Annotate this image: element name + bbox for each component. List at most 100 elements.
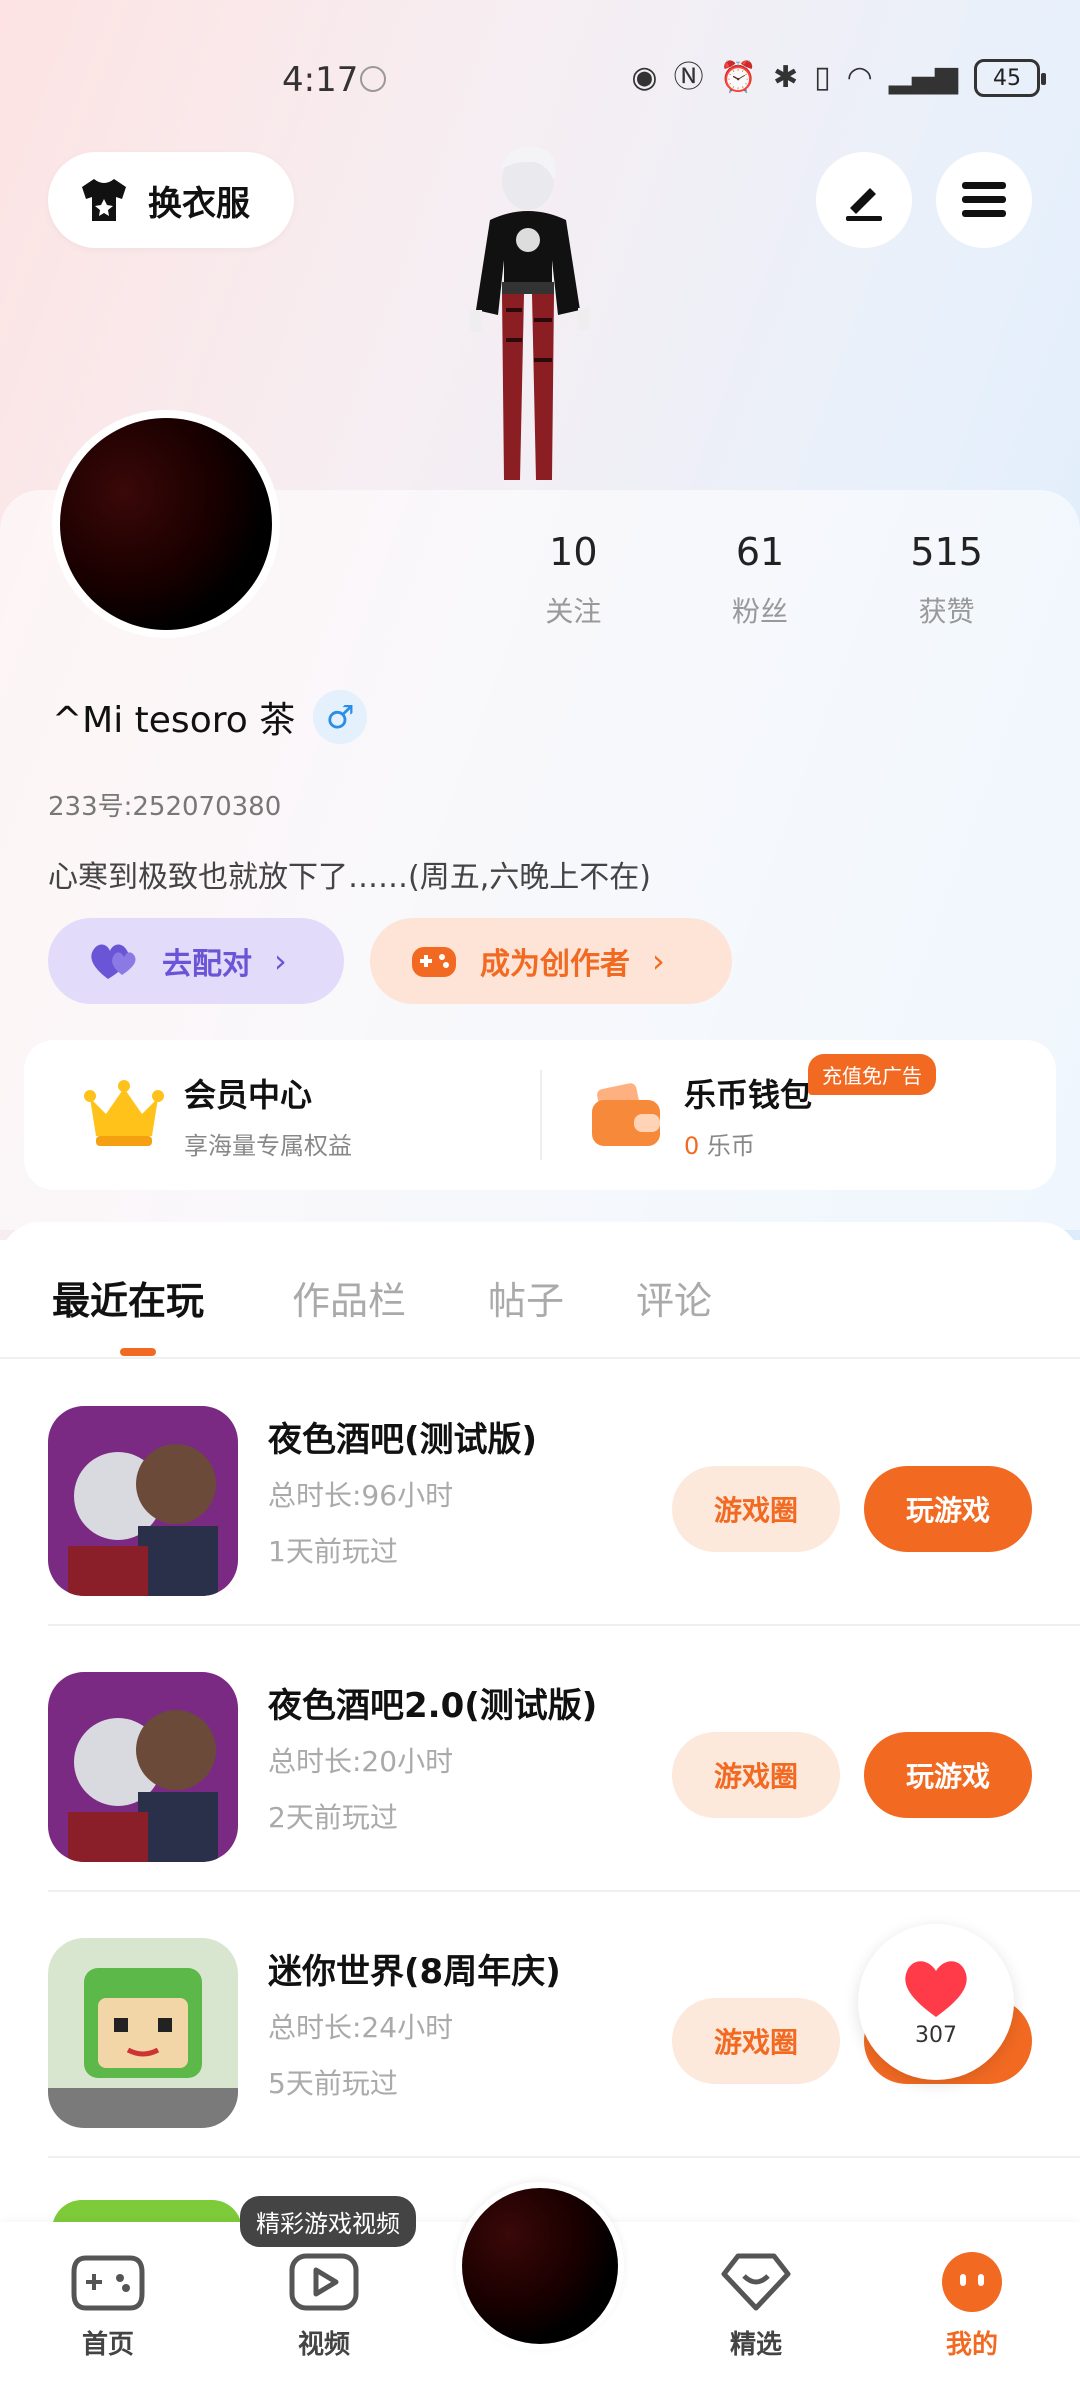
play-game-button[interactable]: 玩游戏 (864, 1732, 1032, 1818)
pen-icon (846, 188, 882, 221)
vibrate-icon: ▯ (814, 60, 831, 95)
bluetooth-icon: ✱ (772, 60, 799, 95)
crown-icon (84, 1080, 164, 1146)
shirt-icon (82, 179, 126, 221)
wallet-balance: 0 乐币 (684, 1126, 812, 1161)
chevron-right-icon: › (652, 942, 665, 980)
battery-icon: 45 (974, 59, 1046, 97)
avatar-image (462, 2188, 618, 2344)
game-circle-button[interactable]: 游戏圈 (672, 1466, 840, 1552)
male-gender-icon: ♂ (313, 690, 368, 744)
change-outfit-button[interactable]: 换衣服 (48, 152, 294, 248)
become-creator-label: 成为创作者 (480, 947, 630, 982)
game-circle-button[interactable]: 游戏圈 (672, 1998, 840, 2084)
stat-label: 获赞 (918, 595, 975, 628)
nfc-icon: Ⓝ (673, 60, 704, 95)
stat-label: 粉丝 (732, 595, 789, 628)
wallet-unit: 乐币 (706, 1131, 755, 1160)
game-duration: 总时长:24小时 (268, 2011, 454, 2044)
wallet-icon (592, 1083, 660, 1146)
game-icon-mini-world (48, 1938, 238, 2128)
content-tabs: 最近在玩 作品栏 帖子 评论 (0, 1222, 1080, 1358)
list-item[interactable]: 夜色酒吧2.0(测试版) 总时长:20小时 2天前玩过 游戏圈 玩游戏 (0, 1626, 1080, 1892)
tab-works[interactable]: 作品栏 (292, 1270, 406, 1325)
status-icons: ◉ Ⓝ ⏰ ✱ ▯ ◠ ▂▄▆ 45 (631, 58, 1046, 98)
stat-value: 61 (735, 530, 785, 574)
game-duration: 总时长:96小时 (268, 1479, 454, 1512)
status-time: 4:17 (282, 60, 359, 100)
user-id[interactable]: 233号:252070380 (48, 786, 281, 823)
match-button[interactable]: 去配对 › (48, 918, 344, 1004)
game-title: 夜色酒吧(测试版) (268, 1420, 538, 1460)
gamepad-icon (71, 2255, 145, 2311)
stat-value: 10 (549, 530, 598, 574)
avatar-image (60, 418, 272, 630)
eye-icon: ◉ (631, 60, 658, 95)
game-last-played: 2天前玩过 (268, 1801, 398, 1834)
divider (48, 2156, 1080, 2158)
recharge-badge[interactable]: 充值免广告 (808, 1054, 936, 1095)
nav-home[interactable]: 首页 (48, 2250, 168, 2361)
game-icon-night-bar (48, 1406, 238, 1596)
game-last-played: 5天前玩过 (268, 2067, 398, 2100)
avatar-character-figure[interactable] (440, 140, 620, 490)
profile-stats: 10 关注 61 粉丝 515 获赞 (480, 530, 1040, 630)
like-count: 307 (915, 2022, 957, 2048)
tab-active-indicator (120, 1348, 156, 1356)
nav-featured[interactable]: 精选 (696, 2250, 816, 2361)
chevron-right-icon: › (274, 942, 287, 980)
game-duration: 总时长:20小时 (268, 1745, 454, 1778)
stat-value: 515 (910, 530, 983, 574)
tab-posts[interactable]: 帖子 (488, 1270, 564, 1325)
double-heart-icon (91, 944, 136, 979)
status-notification-icon (360, 66, 386, 92)
gamepad-plus-icon (412, 947, 456, 977)
nav-label: 视频 (297, 2330, 350, 2360)
wifi-icon: ◠ (846, 60, 873, 95)
username: ^Mi tesoro 茶 (52, 700, 296, 741)
game-title: 迷你世界(8周年庆) (268, 1952, 561, 1992)
list-item[interactable]: 夜色酒吧(测试版) 总时长:96小时 1天前玩过 游戏圈 玩游戏 (0, 1360, 1080, 1626)
game-title: 夜色酒吧2.0(测试版) (268, 1686, 598, 1726)
nav-label: 我的 (945, 2330, 998, 2360)
stat-following[interactable]: 10 关注 (480, 530, 667, 630)
nav-me[interactable]: 我的 (912, 2250, 1032, 2361)
wallet-amount: 0 (684, 1131, 700, 1160)
menu-icon (962, 182, 1006, 217)
match-label: 去配对 (162, 947, 252, 982)
wallet-entry[interactable]: 乐币钱包 0 乐币 (588, 1040, 812, 1190)
stat-label: 关注 (545, 595, 602, 628)
status-bar: 4:17 ◉ Ⓝ ⏰ ✱ ▯ ◠ ▂▄▆ 45 (0, 48, 1080, 112)
vip-title: 会员中心 (184, 1075, 313, 1114)
heart-icon (905, 1960, 967, 2017)
wallet-title: 乐币钱包 (684, 1075, 813, 1114)
game-last-played: 1天前玩过 (268, 1535, 398, 1568)
stat-followers[interactable]: 61 粉丝 (667, 530, 854, 630)
me-face-icon (942, 2252, 1002, 2312)
game-circle-button[interactable]: 游戏圈 (672, 1732, 840, 1818)
battery-level: 45 (993, 65, 1021, 91)
divider (0, 1357, 1080, 1359)
tab-comments[interactable]: 评论 (636, 1270, 712, 1325)
signal-icon: ▂▄▆ (888, 60, 958, 95)
vip-center-entry[interactable]: 会员中心 享海量专属权益 (84, 1040, 352, 1190)
change-outfit-label: 换衣服 (148, 183, 250, 224)
username-row: ^Mi tesoro 茶 ♂ (52, 690, 368, 744)
stat-likes[interactable]: 515 获赞 (853, 530, 1040, 630)
menu-button[interactable] (936, 152, 1032, 248)
user-bio: 心寒到极致也就放下了……(周五,六晚上不在) (48, 860, 651, 895)
nav-video[interactable]: 视频 (264, 2250, 384, 2361)
nav-label: 首页 (81, 2330, 134, 2360)
become-creator-button[interactable]: 成为创作者 › (370, 918, 732, 1004)
profile-avatar[interactable] (52, 410, 280, 638)
edit-profile-button[interactable] (816, 152, 912, 248)
play-game-button[interactable]: 玩游戏 (864, 1466, 1032, 1552)
floating-like-button[interactable]: 307 (858, 1924, 1014, 2080)
divider (540, 1070, 542, 1160)
alarm-icon: ⏰ (719, 60, 757, 95)
nav-label: 精选 (729, 2330, 782, 2360)
center-avatar-button[interactable] (456, 2182, 624, 2350)
vip-subtitle: 享海量专属权益 (184, 1131, 352, 1160)
play-video-icon (289, 2253, 359, 2311)
tab-recently-played[interactable]: 最近在玩 (52, 1270, 204, 1325)
